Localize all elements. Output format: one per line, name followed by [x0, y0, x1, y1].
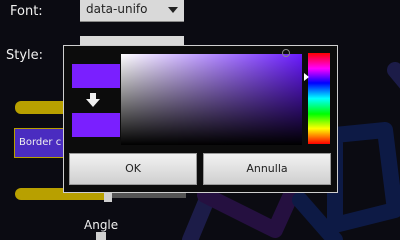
hue-slider[interactable] — [308, 53, 330, 144]
cancel-button[interactable]: Annulla — [203, 153, 331, 185]
new-color-swatch[interactable] — [72, 113, 120, 137]
slider-track-1[interactable] — [15, 101, 70, 114]
chevron-down-icon — [168, 7, 178, 13]
old-color-swatch — [72, 64, 120, 88]
saturation-value-cursor[interactable] — [282, 49, 290, 57]
style-label: Style: — [6, 48, 44, 63]
font-label: Font: — [10, 4, 43, 19]
border-color-button[interactable]: Border c — [14, 128, 66, 158]
angle-label: Angle — [84, 218, 119, 232]
ok-button[interactable]: OK — [69, 153, 197, 185]
font-select-value: data-unifo — [86, 2, 148, 16]
saturation-value-panel[interactable] — [121, 54, 302, 145]
hue-cursor-icon[interactable] — [304, 73, 309, 81]
angle-slider-thumb[interactable] — [96, 232, 106, 240]
font-select[interactable]: data-unifo — [80, 0, 184, 22]
down-arrow-icon — [86, 93, 100, 107]
